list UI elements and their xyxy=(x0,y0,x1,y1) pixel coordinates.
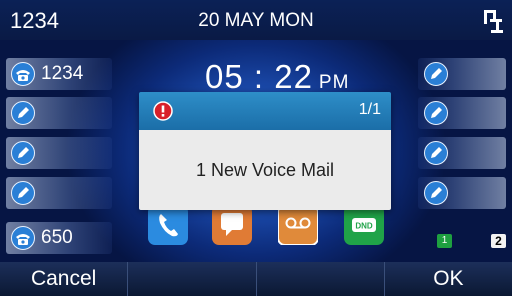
alert-icon xyxy=(153,101,173,121)
speed-dial-icon xyxy=(11,101,35,125)
phone-line-icon xyxy=(11,62,35,86)
clock-ampm: PM xyxy=(318,72,350,93)
line-key-2[interactable] xyxy=(6,97,112,129)
softkey-3[interactable] xyxy=(256,262,385,296)
line-key-label: 650 xyxy=(41,227,73,248)
speed-dial-icon xyxy=(424,101,448,125)
phone-line-icon xyxy=(11,226,35,250)
status-bar: 1234 20 MAY MON xyxy=(0,0,512,40)
phone-app-icon[interactable] xyxy=(148,205,188,245)
line-key-label: 1234 xyxy=(41,63,84,84)
page-current-badge[interactable]: 1 xyxy=(437,234,452,248)
dialog-message: 1 New Voice Mail xyxy=(195,159,335,180)
network-icon xyxy=(484,10,503,33)
line-key-4[interactable] xyxy=(6,177,112,209)
voicemail-dialog: 1/1 1 New Voice Mail xyxy=(139,92,391,210)
speed-dial-icon xyxy=(11,181,35,205)
status-date: 20 MAY MON xyxy=(198,10,314,31)
message-app-icon[interactable] xyxy=(212,205,252,245)
voicemail-app-icon[interactable] xyxy=(278,205,318,245)
dnd-label: DND xyxy=(355,222,373,231)
speed-dial-icon xyxy=(424,62,448,86)
softkey-2[interactable] xyxy=(128,262,257,296)
line-key-7[interactable] xyxy=(418,97,506,129)
line-key-8[interactable] xyxy=(418,137,506,169)
speed-dial-icon xyxy=(424,181,448,205)
dnd-app-icon[interactable]: DND xyxy=(344,205,384,245)
ok-softkey[interactable]: OK xyxy=(384,262,512,296)
line-key-6[interactable] xyxy=(418,58,506,90)
line-key-1[interactable]: 1234 xyxy=(6,58,112,90)
page-total-badge[interactable]: 2 xyxy=(491,234,506,248)
speed-dial-icon xyxy=(424,141,448,165)
softkey-bar: Cancel OK xyxy=(0,262,512,296)
dialog-header: 1/1 xyxy=(139,92,391,130)
clock-time: 05 : 22 xyxy=(205,58,313,95)
dialog-body: 1 New Voice Mail xyxy=(139,130,391,210)
clock: 05 : 22 PM xyxy=(205,58,349,96)
cancel-softkey[interactable]: Cancel xyxy=(0,262,129,296)
line-key-5[interactable]: 650 xyxy=(6,222,112,254)
dialog-page-indicator: 1/1 xyxy=(358,101,381,118)
phone-screen: 1234 20 MAY MON 05 : 22 PM 1234 650 DND … xyxy=(0,0,512,296)
speed-dial-icon xyxy=(11,141,35,165)
line-key-9[interactable] xyxy=(418,177,506,209)
line-key-3[interactable] xyxy=(6,137,112,169)
